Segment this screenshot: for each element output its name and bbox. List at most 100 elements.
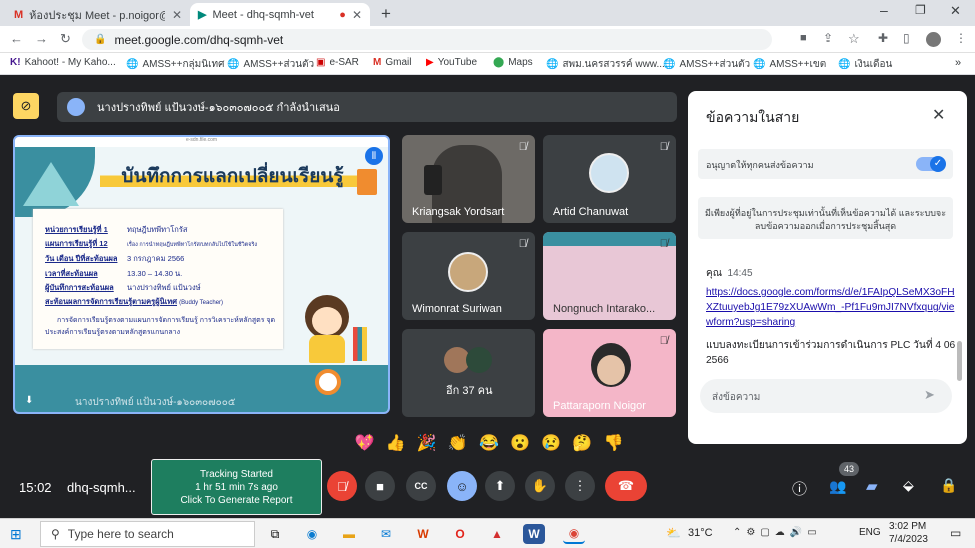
- youtube-icon: ▶: [426, 57, 434, 68]
- tray-icons[interactable]: ⌃⚙▢☁🔊▭: [733, 527, 822, 538]
- back-icon[interactable]: ←: [10, 31, 23, 46]
- task-view-icon[interactable]: ⧉: [264, 524, 286, 544]
- taskbar-search-box[interactable]: ⚲ Type here to search: [40, 521, 255, 547]
- participant-name: Pattaraporn Noigor: [553, 400, 646, 412]
- bookmark-gmail[interactable]: M Gmail: [373, 57, 411, 68]
- reload-icon[interactable]: ↻: [60, 31, 71, 47]
- notifications-icon[interactable]: ▭: [950, 526, 961, 540]
- windows-start-icon[interactable]: ⊞: [10, 526, 22, 543]
- chat-permission-toggle[interactable]: ✓: [916, 156, 946, 172]
- activities-icon[interactable]: ⬙: [903, 477, 914, 494]
- acrobat-icon[interactable]: ▲: [486, 524, 508, 544]
- forward-icon[interactable]: →: [35, 31, 48, 46]
- reaction-party-icon[interactable]: 🎉: [412, 433, 441, 453]
- extensions-icon[interactable]: ✚: [878, 31, 888, 45]
- bookmark-youtube[interactable]: ▶ YouTube: [426, 57, 477, 68]
- wps-office-icon[interactable]: W: [412, 524, 434, 544]
- emoji-button[interactable]: ☺: [447, 471, 477, 501]
- reaction-thinking-icon[interactable]: 🤔: [568, 433, 597, 453]
- info-icon[interactable]: ⓘ: [792, 478, 807, 499]
- message-link[interactable]: https://docs.google.com/forms/d/e/1FAIpQ…: [706, 285, 956, 330]
- bookmark-amss-personal[interactable]: 🌐 AMSS++ส่วนตัว: [227, 57, 314, 72]
- participant-tile[interactable]: 🎙̸ Nongnuch Intarako...: [543, 232, 676, 320]
- presentation-icon[interactable]: ⊘: [13, 93, 39, 119]
- word-icon[interactable]: W: [523, 524, 545, 544]
- reaction-thumbs-down-icon[interactable]: 👎: [599, 433, 628, 453]
- gmail-icon: M: [373, 57, 382, 68]
- bookmark-kahoot[interactable]: K! Kahoot! - My Kaho...: [10, 57, 116, 68]
- mic-off-icon: 🎙̸: [659, 141, 668, 153]
- chat-icon[interactable]: ▰: [866, 477, 878, 495]
- slide-row: หน่วยการเรียนรู้ที่ 1 ทฤษฎีบทพีทาโกรัส: [45, 225, 188, 234]
- tab-title: Meet - dhq-sqmh-vet: [212, 8, 314, 21]
- input-language[interactable]: ENG: [859, 527, 881, 538]
- reaction-laugh-icon[interactable]: 😂: [474, 433, 503, 453]
- bookmark-amss-khet[interactable]: 🌐 AMSS++เขต: [753, 57, 826, 72]
- close-chat-icon[interactable]: ✕: [932, 105, 945, 125]
- star-icon[interactable]: ☆: [848, 31, 860, 47]
- present-button[interactable]: ⬆: [485, 471, 515, 501]
- bookmark-amss-nitet[interactable]: 🌐 AMSS++กลุ่มนิเทศ: [126, 57, 224, 72]
- bookmark-maps[interactable]: ⬤ Maps: [493, 57, 533, 68]
- restore-icon[interactable]: ❐: [915, 3, 926, 17]
- bookmark-esar[interactable]: ▣ e-SAR: [316, 57, 359, 68]
- camera-toggle-button[interactable]: ■: [365, 471, 395, 501]
- reaction-thumbs-up-icon[interactable]: 👍: [381, 433, 410, 453]
- reaction-surprised-icon[interactable]: 😮: [506, 433, 535, 453]
- menu-icon[interactable]: ⋮: [955, 31, 967, 45]
- pencils-icon: [353, 327, 367, 361]
- participant-name: Wimonrat Suriwan: [412, 303, 502, 315]
- more-options-button[interactable]: ⋮: [565, 471, 595, 501]
- chat-scrollbar[interactable]: [957, 341, 962, 381]
- close-window-icon[interactable]: ✕: [950, 3, 961, 19]
- leave-call-button[interactable]: ☎: [605, 471, 647, 501]
- close-tab-icon[interactable]: ✕: [172, 8, 182, 22]
- clock-date[interactable]: 7/4/2023: [889, 534, 928, 545]
- camera-icon[interactable]: ■: [800, 32, 807, 44]
- chat-input[interactable]: ส่งข้อความ ➤: [700, 379, 952, 413]
- tab-meet-room[interactable]: M ห้องประชุม Meet - p.noigor@gmai ✕: [6, 3, 190, 26]
- edge-icon[interactable]: ◉: [301, 524, 323, 544]
- more-bookmarks-icon[interactable]: »: [955, 57, 961, 69]
- close-tab-icon[interactable]: ✕: [352, 8, 362, 22]
- raise-hand-button[interactable]: ✋: [525, 471, 555, 501]
- new-tab-icon[interactable]: +: [381, 4, 391, 24]
- clock-time[interactable]: 3:02 PM: [889, 521, 926, 532]
- participant-tile[interactable]: 🎙̸ Kriangsak Yordsart: [402, 135, 535, 223]
- tracking-report-button[interactable]: Tracking Started 1 hr 51 min 7s ago Clic…: [151, 459, 322, 515]
- reaction-heart-icon[interactable]: 💖: [350, 433, 379, 453]
- opera-icon[interactable]: O: [449, 524, 471, 544]
- slide-title: บันทึกการแลกเปลี่ยนเรียนรู้: [100, 161, 365, 187]
- participant-tile[interactable]: 🎙̸ Wimonrat Suriwan: [402, 232, 535, 320]
- participant-tile[interactable]: 🎙̸ Pattaraporn Noigor: [543, 329, 676, 417]
- reactions-bar: 💖 👍 🎉 👏 😂 😮 😢 🤔 👎: [350, 429, 628, 457]
- browser-tab-bar: M ห้องประชุม Meet - p.noigor@gmai ✕ ▶ Me…: [0, 0, 975, 26]
- bookmark-salary[interactable]: 🌐 เงินเดือน: [838, 57, 892, 72]
- pin-icon[interactable]: ⬇: [25, 395, 33, 406]
- minimize-icon[interactable]: –: [880, 2, 888, 18]
- globe-icon: 🌐: [546, 59, 559, 70]
- mic-toggle-button[interactable]: 🎙̸: [327, 471, 357, 501]
- file-explorer-icon[interactable]: ▬: [338, 524, 360, 544]
- mic-off-icon: 🎙̸: [659, 238, 668, 250]
- url-input[interactable]: 🔒 meet.google.com/dhq-sqmh-vet: [82, 29, 772, 50]
- participant-tile[interactable]: 🎙̸ Artid Chanuwat: [543, 135, 676, 223]
- bookmark-spm[interactable]: 🌐 สพม.นครสวรรค์ www....: [546, 57, 668, 72]
- weather-temp[interactable]: 31°C: [688, 527, 713, 539]
- avatar[interactable]: [926, 32, 941, 47]
- tab-meet-active[interactable]: ▶ Meet - dhq-sqmh-vet ● ✕: [190, 3, 370, 26]
- host-controls-icon[interactable]: 🔒: [940, 477, 957, 494]
- captions-button[interactable]: CC: [406, 471, 436, 501]
- mail-icon[interactable]: ✉: [375, 524, 397, 544]
- bookmark-amss-personal-2[interactable]: 🌐 AMSS++ส่วนตัว: [663, 57, 750, 72]
- sidebar-icon[interactable]: ▯: [903, 31, 910, 45]
- kahoot-icon: K!: [10, 57, 21, 68]
- participant-tile-more[interactable]: อีก 37 คน: [402, 329, 535, 417]
- send-icon[interactable]: ➤: [924, 387, 935, 403]
- chat-notice: มีเพียงผู้ที่อยู่ในการประชุมเท่านั้นที่เ…: [698, 197, 953, 239]
- reaction-sad-icon[interactable]: 😢: [537, 433, 566, 453]
- chrome-icon[interactable]: ◉: [563, 524, 585, 544]
- share-icon[interactable]: ⇪: [823, 31, 833, 45]
- people-icon[interactable]: 👥: [829, 478, 846, 495]
- reaction-clap-icon[interactable]: 👏: [443, 433, 472, 453]
